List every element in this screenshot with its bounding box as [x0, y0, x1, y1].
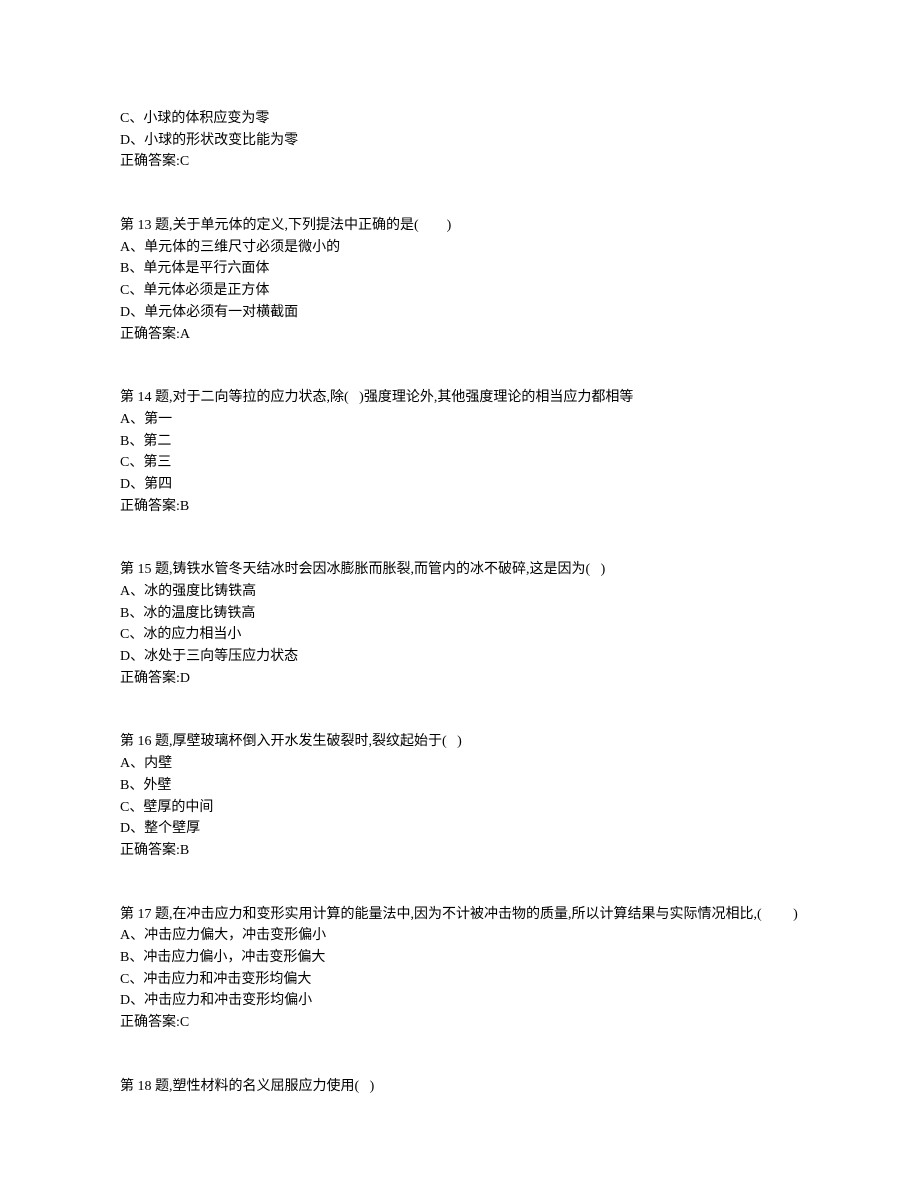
option-a: A、冲击应力偏大，冲击变形偏小	[120, 925, 800, 947]
option-d: D、单元体必须有一对横截面	[120, 302, 800, 324]
question-13: 第 13 题,关于单元体的定义,下列提法中正确的是( ) A、单元体的三维尺寸必…	[120, 215, 800, 345]
question-16: 第 16 题,厚壁玻璃杯倒入开水发生破裂时,裂纹起始于( ) A、内壁 B、外壁…	[120, 731, 800, 861]
option-a: A、第一	[120, 409, 800, 431]
option-d: D、冲击应力和冲击变形均偏小	[120, 990, 800, 1012]
question-title: 第 13 题,关于单元体的定义,下列提法中正确的是( )	[120, 215, 800, 237]
question-title: 第 18 题,塑性材料的名义屈服应力使用( )	[120, 1076, 800, 1098]
question-title: 第 15 题,铸铁水管冬天结冰时会因冰膨胀而胀裂,而管内的冰不破碎,这是因为( …	[120, 559, 800, 581]
answer-label: 正确答案:A	[120, 324, 800, 346]
option-d: D、冰处于三向等压应力状态	[120, 646, 800, 668]
answer-label: 正确答案:B	[120, 496, 800, 518]
question-title: 第 14 题,对于二向等拉的应力状态,除( )强度理论外,其他强度理论的相当应力…	[120, 387, 800, 409]
option-c: C、冲击应力和冲击变形均偏大	[120, 969, 800, 991]
option-c: C、冰的应力相当小	[120, 624, 800, 646]
option-b: B、外壁	[120, 775, 800, 797]
option-c: C、第三	[120, 452, 800, 474]
option-b: B、冰的温度比铸铁高	[120, 603, 800, 625]
option-d: D、整个壁厚	[120, 818, 800, 840]
answer-label: 正确答案:B	[120, 840, 800, 862]
question-title: 第 17 题,在冲击应力和变形实用计算的能量法中,因为不计被冲击物的质量,所以计…	[120, 904, 800, 926]
option-b: B、第二	[120, 431, 800, 453]
answer-label: 正确答案:D	[120, 668, 800, 690]
option-d: D、小球的形状改变比能为零	[120, 130, 800, 152]
option-c: C、壁厚的中间	[120, 797, 800, 819]
option-c: C、单元体必须是正方体	[120, 280, 800, 302]
question-12-tail: C、小球的体积应变为零 D、小球的形状改变比能为零 正确答案:C	[120, 108, 800, 173]
option-a: A、冰的强度比铸铁高	[120, 581, 800, 603]
option-b: B、冲击应力偏小，冲击变形偏大	[120, 947, 800, 969]
option-d: D、第四	[120, 474, 800, 496]
answer-label: 正确答案:C	[120, 1012, 800, 1034]
question-title: 第 16 题,厚壁玻璃杯倒入开水发生破裂时,裂纹起始于( )	[120, 731, 800, 753]
question-18: 第 18 题,塑性材料的名义屈服应力使用( )	[120, 1076, 800, 1098]
answer-label: 正确答案:C	[120, 151, 800, 173]
option-b: B、单元体是平行六面体	[120, 258, 800, 280]
question-17: 第 17 题,在冲击应力和变形实用计算的能量法中,因为不计被冲击物的质量,所以计…	[120, 904, 800, 1034]
option-a: A、单元体的三维尺寸必须是微小的	[120, 237, 800, 259]
option-a: A、内壁	[120, 753, 800, 775]
option-c: C、小球的体积应变为零	[120, 108, 800, 130]
question-15: 第 15 题,铸铁水管冬天结冰时会因冰膨胀而胀裂,而管内的冰不破碎,这是因为( …	[120, 559, 800, 689]
question-14: 第 14 题,对于二向等拉的应力状态,除( )强度理论外,其他强度理论的相当应力…	[120, 387, 800, 517]
